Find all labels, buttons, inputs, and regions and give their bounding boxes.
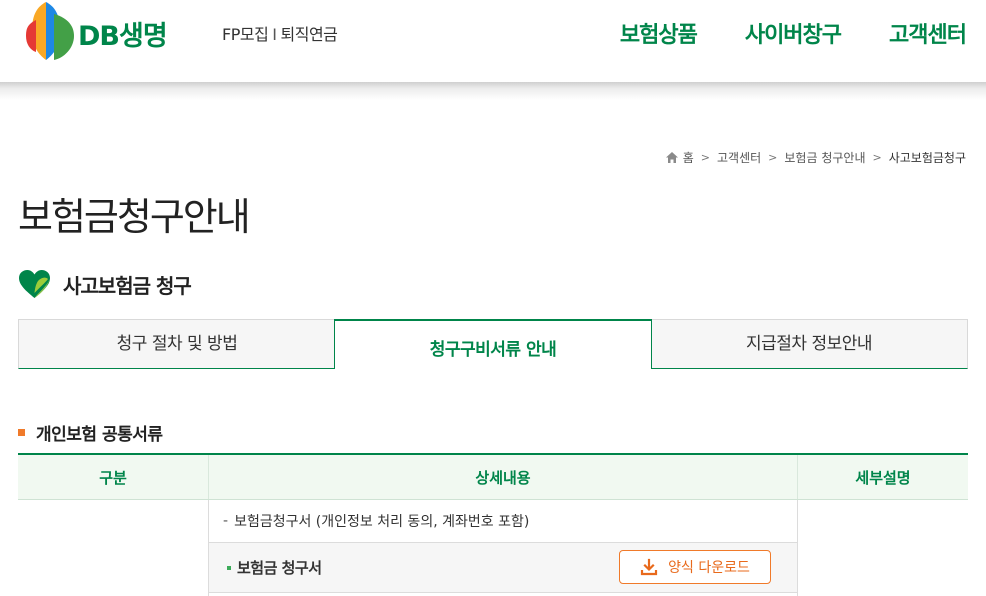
breadcrumb-home[interactable]: 홈 xyxy=(683,149,694,166)
breadcrumb-customer-center[interactable]: 고객센터 xyxy=(717,149,761,166)
dash-bullet: - xyxy=(223,513,229,529)
tab-required-documents[interactable]: 청구구비서류 안내 xyxy=(334,319,652,369)
home-icon xyxy=(665,152,678,163)
main-nav: 보험상품 사이버창구 고객센터 xyxy=(620,17,967,49)
tab-claim-procedure[interactable]: 청구 절차 및 방법 xyxy=(18,319,335,369)
square-bullet-icon xyxy=(18,429,25,436)
logo-text[interactable]: DB생명 xyxy=(78,14,168,53)
table-row: 보험금 청구서 양식 다운로드 xyxy=(209,543,797,593)
download-icon xyxy=(641,558,658,576)
nav-insurance-products[interactable]: 보험상품 xyxy=(620,17,698,49)
section-title: 사고보험금 청구 xyxy=(63,274,192,298)
sub-links: FP모집 I 퇴직연금 xyxy=(222,21,338,45)
documents-table: 구분 상세내용 세부설명 - 보험금청구서 (개인정보 처리 동의, 계좌번호 … xyxy=(18,453,968,596)
nav-cyber-counter[interactable]: 사이버창구 xyxy=(745,17,842,49)
tab-payment-procedure[interactable]: 지급절차 정보안내 xyxy=(651,319,968,369)
form-download-button[interactable]: 양식 다운로드 xyxy=(619,550,771,584)
chevron-right-icon: > xyxy=(872,151,882,164)
breadcrumb-current: 사고보험금청구 xyxy=(888,151,966,165)
site-header: DB생명 FP모집 I 퇴직연금 보험상품 사이버창구 고객센터 xyxy=(0,0,986,82)
header-shadow xyxy=(0,82,986,100)
claim-form-description: 보험금청구서 (개인정보 처리 동의, 계좌번호 포함) xyxy=(234,514,530,530)
chevron-right-icon: > xyxy=(768,151,778,164)
claim-form-title: 보험금 청구서 xyxy=(237,559,322,577)
table-cell-description xyxy=(797,500,968,596)
nav-customer-center[interactable]: 고객센터 xyxy=(889,17,967,49)
column-header-details: 상세내용 xyxy=(209,455,798,499)
column-header-description: 세부설명 xyxy=(855,468,911,487)
subsection-heading: 개인보험 공통서류 xyxy=(18,420,163,445)
subsection-title: 개인보험 공통서류 xyxy=(36,425,163,445)
heart-icon xyxy=(19,270,50,298)
table-body: - 보험금청구서 (개인정보 처리 동의, 계좌번호 포함) 보험금 청구서 양… xyxy=(18,500,968,596)
fp-recruit-link[interactable]: FP모집 xyxy=(222,25,269,44)
table-cell-category xyxy=(18,500,209,596)
table-header-row: 구분 상세내용 세부설명 xyxy=(18,455,968,500)
section-heading: 사고보험금 청구 xyxy=(18,269,192,300)
dot-bullet-icon xyxy=(227,565,231,570)
breadcrumb-claim-guide[interactable]: 보험금 청구안내 xyxy=(784,149,865,166)
page-title: 보험금청구안내 xyxy=(18,195,251,239)
link-separator: I xyxy=(272,25,277,44)
download-label: 양식 다운로드 xyxy=(668,560,750,576)
chevron-right-icon: > xyxy=(700,151,710,164)
table-row: - 보험금청구서 (개인정보 처리 동의, 계좌번호 포함) xyxy=(209,500,797,543)
retirement-pension-link[interactable]: 퇴직연금 xyxy=(281,25,338,44)
tab-bar: 청구 절차 및 방법 지급절차 정보안내 청구구비서류 안내 xyxy=(18,319,968,369)
column-header-category: 구분 xyxy=(18,455,209,499)
breadcrumb: 홈 > 고객센터 > 보험금 청구안내 > 사고보험금청구 xyxy=(665,149,966,166)
